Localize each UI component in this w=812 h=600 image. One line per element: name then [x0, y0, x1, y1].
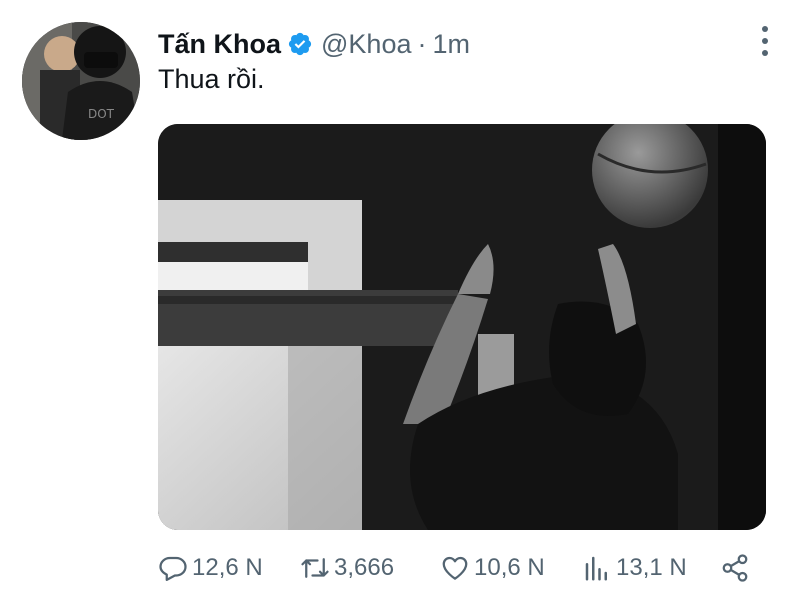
- tweet-text: Thua rồi.: [158, 64, 265, 94]
- views-chart-icon: [585, 556, 607, 581]
- svg-text:DOT: DOT: [88, 107, 115, 121]
- like-button[interactable]: 10,6 N: [440, 553, 545, 583]
- share-button[interactable]: [720, 553, 750, 583]
- tweet-timestamp[interactable]: 1m: [432, 29, 470, 60]
- author-avatar[interactable]: DOT: [22, 22, 140, 140]
- retweet-icon: [301, 558, 329, 578]
- header-separator: ·: [417, 28, 427, 59]
- author-name[interactable]: Tấn Khoa: [158, 29, 281, 60]
- views-button[interactable]: 13,1 N: [582, 553, 687, 583]
- reply-button[interactable]: 12,6 N: [158, 553, 263, 583]
- tweet-media-image[interactable]: [158, 124, 766, 530]
- share-icon: [722, 554, 748, 582]
- heart-icon: [442, 556, 468, 580]
- reply-count: 12,6 N: [192, 554, 263, 581]
- like-count: 10,6 N: [474, 554, 545, 581]
- retweet-count: 3,666: [334, 554, 395, 581]
- reply-icon: [159, 556, 187, 581]
- retweet-button[interactable]: 3,666: [300, 553, 394, 583]
- views-count: 13,1 N: [616, 554, 687, 581]
- more-vertical-icon[interactable]: [752, 26, 778, 56]
- author-handle[interactable]: @Khoa: [321, 29, 411, 60]
- tweet-header: Tấn Khoa @Khoa · 1m: [158, 26, 470, 62]
- tweet-actions-bar: 12,6 N 3,666 10,6 N 13,1 N: [158, 550, 758, 586]
- verified-badge-icon: [287, 31, 313, 57]
